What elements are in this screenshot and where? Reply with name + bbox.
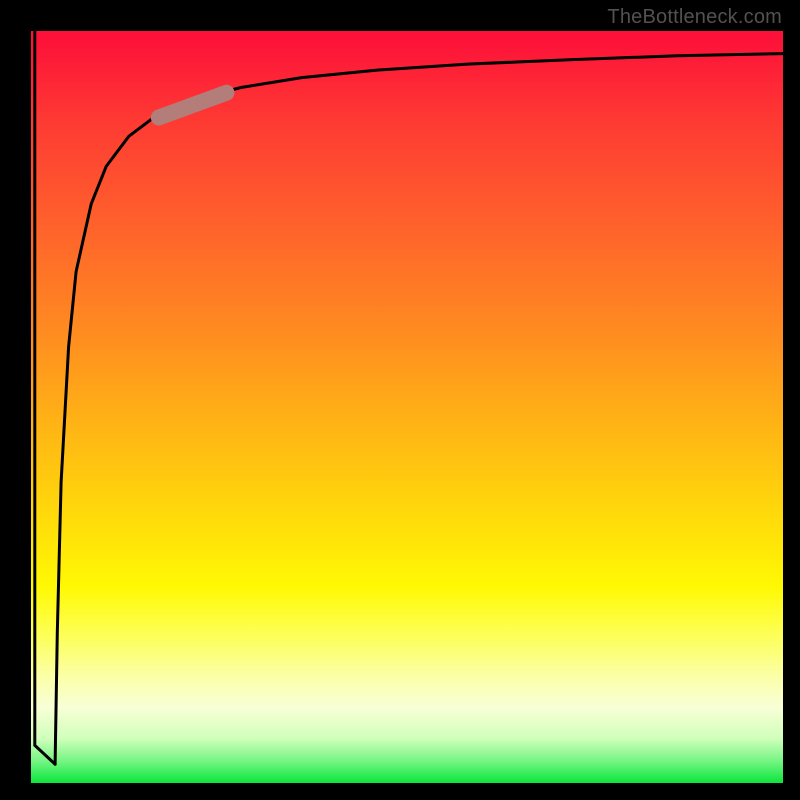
- highlight-segment: [159, 93, 227, 118]
- chart-stage: TheBottleneck.com: [0, 0, 800, 800]
- left-edge-line: [35, 31, 55, 764]
- attribution-text: TheBottleneck.com: [607, 6, 782, 29]
- curve-layer: [31, 31, 783, 783]
- main-curve-line: [55, 54, 783, 765]
